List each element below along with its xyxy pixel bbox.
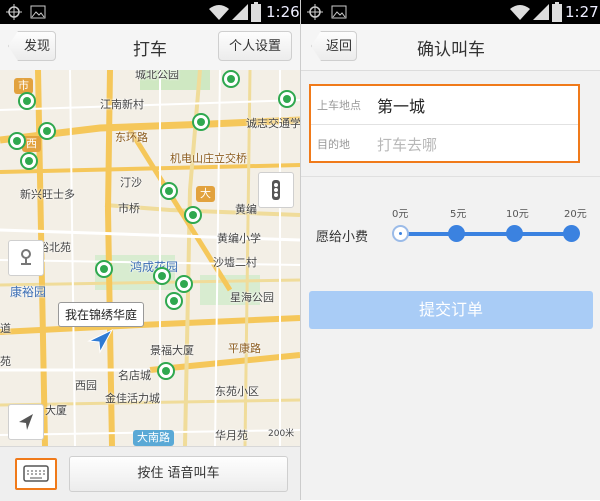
battery-icon xyxy=(552,2,562,22)
car-marker[interactable] xyxy=(160,182,178,200)
destination-placeholder[interactable]: 打车去哪 xyxy=(377,134,437,155)
map-label: 市桥 xyxy=(118,202,140,215)
signal-icon xyxy=(232,4,248,20)
map-label: 景福大厦 xyxy=(150,344,194,357)
map-label: 诚志交通学 xyxy=(246,117,300,130)
location-arrow-icon xyxy=(87,328,114,354)
car-marker[interactable] xyxy=(192,113,210,131)
map-label: 道 xyxy=(0,322,11,335)
my-location-callout: 我在锦绣华庭 xyxy=(58,302,145,327)
car-marker[interactable] xyxy=(8,132,26,150)
car-marker[interactable] xyxy=(38,122,56,140)
image-icon xyxy=(331,5,347,19)
image-icon xyxy=(30,5,46,19)
wifi-icon xyxy=(510,5,530,20)
settings-button[interactable]: 个人设置 xyxy=(218,31,292,61)
signal-icon xyxy=(533,4,549,20)
destination-field[interactable]: 目的地 打车去哪 xyxy=(311,125,578,162)
back-button[interactable]: 返回 xyxy=(311,31,357,61)
tip-stop-5[interactable] xyxy=(448,225,465,242)
back-button[interactable]: 发现 xyxy=(8,31,56,61)
left-screen: 1:26 发现 打车 个人设置 城北公园 江南新村 东环路 诚志交通学 机电山庄… xyxy=(0,0,300,501)
gps-icon xyxy=(6,4,22,20)
road-tag: 大南路 xyxy=(133,430,174,446)
traffic-icon xyxy=(272,180,280,200)
car-marker[interactable] xyxy=(222,70,240,88)
submit-order-button[interactable]: 提交订单 xyxy=(309,291,593,329)
wifi-icon xyxy=(209,5,229,20)
tip-stop-10[interactable] xyxy=(506,225,523,242)
car-marker[interactable] xyxy=(20,152,38,170)
pickup-field[interactable]: 上车地点 第一城 xyxy=(311,86,578,123)
map-view[interactable]: 城北公园 江南新村 东环路 诚志交通学 机电山庄立交桥 汀沙 新兴旺士多 市桥 … xyxy=(0,70,300,446)
map-label: 城北公园 xyxy=(135,70,179,81)
tip-option-5: 5元 xyxy=(450,209,467,220)
route-button[interactable] xyxy=(8,240,44,276)
keyboard-icon xyxy=(23,465,49,482)
tip-stop-20[interactable] xyxy=(563,225,580,242)
bottom-bar: 按住 语音叫车 xyxy=(0,446,300,501)
map-scale: 200米 xyxy=(268,429,295,439)
status-time: 1:27 xyxy=(565,3,599,21)
page-title: 确认叫车 xyxy=(417,40,485,60)
map-label: 康裕园 xyxy=(10,285,47,299)
map-label: 江南新村 xyxy=(100,98,144,111)
locate-button[interactable] xyxy=(8,404,44,440)
car-marker[interactable] xyxy=(18,92,36,110)
map-label: 苑 xyxy=(0,355,11,368)
map-label: 东苑小区 xyxy=(215,385,259,398)
map-label: 名店城 xyxy=(118,369,151,382)
traffic-button[interactable] xyxy=(258,172,294,208)
pickup-value[interactable]: 第一城 xyxy=(377,93,425,117)
order-form: 上车地点 第一城 目的地 打车去哪 xyxy=(309,84,580,163)
road-tag: 大 xyxy=(196,186,215,202)
car-marker[interactable] xyxy=(157,362,175,380)
map-label: 机电山庄立交桥 xyxy=(170,152,247,165)
car-marker[interactable] xyxy=(153,267,171,285)
keyboard-button[interactable] xyxy=(15,458,57,490)
tip-slider-track[interactable] xyxy=(400,232,574,236)
tip-label: 愿给小费 xyxy=(316,230,369,245)
battery-icon xyxy=(251,2,261,22)
map-label: 新兴旺士多 xyxy=(20,188,75,201)
map-label: 黄编小学 xyxy=(217,232,261,245)
status-bar: 1:27 xyxy=(301,0,600,24)
map-label: 平康路 xyxy=(228,342,261,355)
gps-icon xyxy=(307,4,323,20)
page-title: 打车 xyxy=(133,40,167,60)
tip-option-0: 0元 xyxy=(392,209,409,220)
tip-option-10: 10元 xyxy=(506,209,529,220)
tip-slider-thumb[interactable] xyxy=(392,225,409,242)
voice-call-button[interactable]: 按住 语音叫车 xyxy=(69,456,288,492)
car-marker[interactable] xyxy=(278,90,296,108)
nav-bar: 返回 确认叫车 xyxy=(301,24,600,71)
map-label: 东环路 xyxy=(115,131,148,144)
right-screen: 1:27 返回 确认叫车 上车地点 第一城 目的地 打车去哪 愿给小费 0元 5… xyxy=(300,0,600,500)
map-label: 华月苑 xyxy=(215,429,248,442)
map-label: 星海公园 xyxy=(230,291,274,304)
tip-option-20: 20元 xyxy=(564,209,587,220)
status-time: 1:26 xyxy=(266,3,300,21)
car-marker[interactable] xyxy=(165,292,183,310)
pickup-label: 上车地点 xyxy=(317,99,361,112)
nav-bar: 发现 打车 个人设置 xyxy=(0,24,300,71)
locate-arrow-icon xyxy=(19,414,33,430)
map-label: 沙墟二村 xyxy=(213,256,257,269)
map-label: 汀沙 xyxy=(120,176,142,189)
map-label: 金佳活力城 xyxy=(105,392,160,405)
map-label: 大厦 xyxy=(45,404,67,417)
car-marker[interactable] xyxy=(184,206,202,224)
map-label: 西园 xyxy=(75,379,97,392)
route-icon xyxy=(21,249,31,265)
divider xyxy=(301,176,600,177)
car-marker[interactable] xyxy=(95,260,113,278)
status-bar: 1:26 xyxy=(0,0,300,24)
car-marker[interactable] xyxy=(175,275,193,293)
destination-label: 目的地 xyxy=(317,138,350,151)
map-label: 黄编 xyxy=(235,203,257,216)
